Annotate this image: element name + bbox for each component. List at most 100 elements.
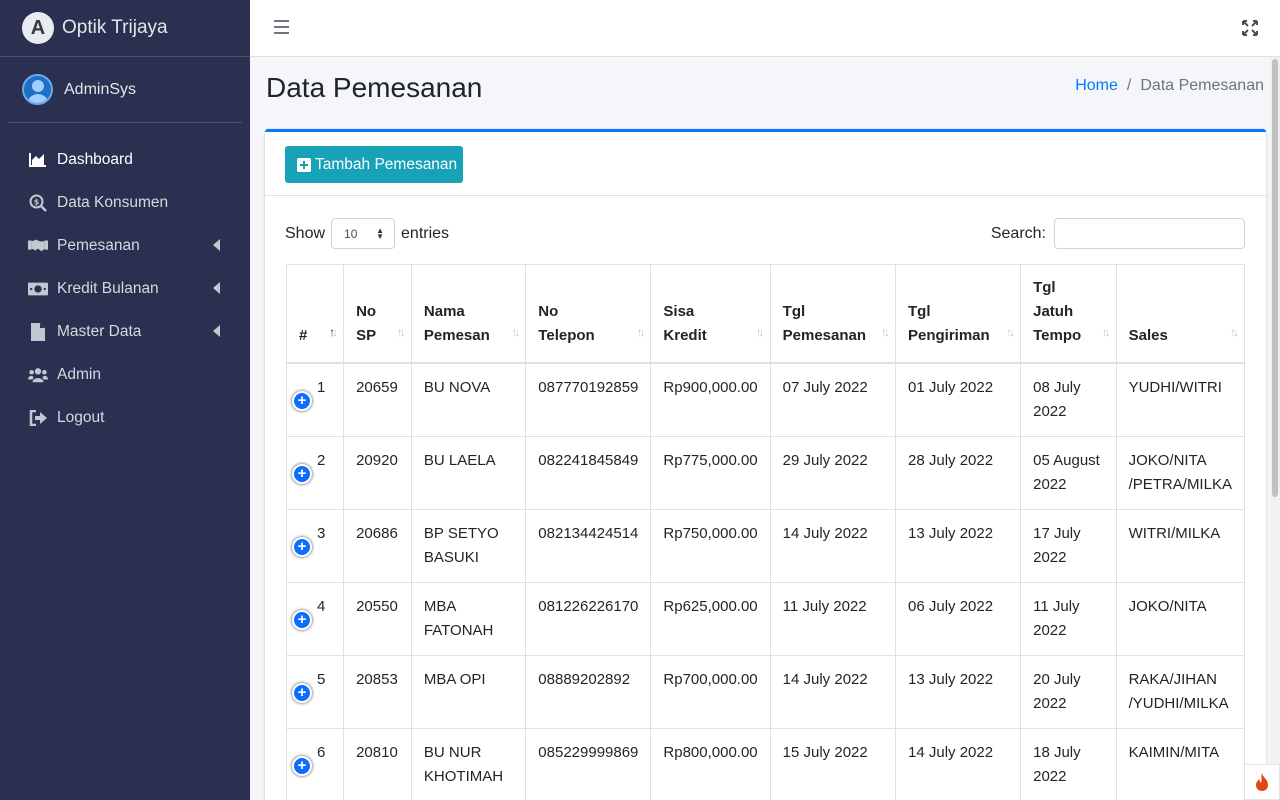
handshake-icon — [28, 237, 48, 255]
cell-text: 11 July 2022 — [1033, 597, 1080, 639]
cell-text: 13 July 2022 — [908, 670, 994, 688]
sort-icon: ↑↓ — [1006, 324, 1015, 339]
cell-text: 082241845849 — [538, 451, 639, 469]
cell-text: 3 — [317, 524, 326, 542]
cell-text: 08889202892 — [538, 670, 631, 688]
area-chart-icon — [28, 151, 48, 169]
cell-text: JOKO/NITA — [1128, 597, 1207, 615]
sign-out-icon — [28, 409, 48, 427]
column-header[interactable]: Nama Pemesan ↑↓ — [410, 264, 527, 364]
sort-icon: ↑↓ — [1230, 324, 1239, 339]
cell-sp: 20853 — [343, 654, 412, 729]
cell-nama: BU LAELA — [410, 435, 527, 510]
expand-row-icon[interactable]: + — [292, 682, 312, 703]
cell-text: BU NOVA — [423, 378, 491, 396]
cell-no: +6 — [285, 727, 345, 800]
table-row[interactable]: +4 20550 MBA FATONAH 081226226170 Rp625,000.… — [285, 581, 1246, 656]
brand-name: Optik Trijaya — [62, 17, 168, 38]
column-header-label: Telepon — [538, 326, 595, 344]
cell-text: 11 July 2022 — [782, 597, 867, 615]
sidebar: A Optik Trijaya AdminSys Dashboard $ Dat… — [0, 0, 250, 800]
cell-telepon: 087770192859 — [525, 362, 652, 437]
add-order-button[interactable]: Tambah Pemesanan — [285, 146, 463, 183]
sidebar-item-label: Kredit Bulanan — [57, 279, 159, 297]
table-row[interactable]: +1 20659 BU NOVA 087770192859 Rp900,000.00 07… — [285, 362, 1246, 437]
show-label: Show — [285, 224, 326, 242]
table-row[interactable]: +6 20810 BU NUR KHOTIMAH 085229999869 Rp800,… — [285, 727, 1246, 800]
flame-icon[interactable] — [1244, 764, 1280, 800]
page-length-control: Show 10 ▲ ▼ entries — [285, 218, 449, 249]
column-header[interactable]: Sisa Kredit ↑↓ — [650, 264, 771, 364]
column-header[interactable]: # ↑↓ — [285, 264, 345, 364]
breadcrumb-separator: / — [1126, 77, 1132, 94]
sidebar-item-admin[interactable]: Admin — [8, 353, 242, 396]
breadcrumb-home-link[interactable]: Home — [1075, 77, 1118, 95]
search-dollar-icon: $ — [28, 194, 48, 212]
cell-telepon: 08889202892 — [525, 654, 652, 729]
cell-text: Rp775,000.00 — [663, 451, 758, 469]
expand-row-icon[interactable]: + — [292, 609, 312, 630]
page-scrollbar[interactable] — [1270, 57, 1280, 800]
column-header[interactable]: No SP ↑↓ — [343, 264, 412, 364]
scrollbar-thumb[interactable] — [1272, 59, 1278, 497]
cell-no: +1 — [285, 362, 345, 437]
search-label: Search: — [990, 224, 1046, 242]
expand-row-icon[interactable]: + — [292, 463, 312, 484]
cell-text: 081226226170 — [538, 597, 639, 615]
brand-link[interactable]: A Optik Trijaya — [0, 0, 250, 57]
cell-telepon: 085229999869 — [525, 727, 652, 800]
expand-row-icon[interactable]: + — [292, 755, 312, 776]
cell-text: 4 — [317, 597, 326, 615]
cell-text: BU LAELA — [423, 451, 496, 469]
sidebar-item-master-data[interactable]: Master Data — [8, 310, 242, 353]
user-panel[interactable]: AdminSys — [8, 57, 242, 123]
cell-text: Rp800,000.00 — [663, 743, 758, 761]
table-header-row: # ↑↓ No SP ↑↓ Nama Pemesan ↑↓ No Telepon ↑↓ Sisa Kre… — [285, 264, 1246, 364]
cell-text: WITRI/MILKA — [1128, 524, 1221, 542]
search-input[interactable] — [1054, 218, 1245, 249]
cell-text: 20686 — [356, 524, 398, 542]
sidebar-item-data-konsumen[interactable]: $ Data Konsumen — [8, 181, 242, 224]
sort-icon: ↑↓ — [636, 324, 645, 339]
expand-row-icon[interactable]: + — [292, 536, 312, 557]
cell-text: YUDHI/WITRI — [1128, 378, 1222, 396]
sidebar-nav: Dashboard $ Data Konsumen Pemesanan Kred… — [0, 138, 250, 439]
cell-sales: JOKO/NITA /PETRA/MILKA — [1115, 435, 1246, 510]
table-body: +1 20659 BU NOVA 087770192859 Rp900,000.00 07… — [285, 362, 1246, 800]
column-header[interactable]: No Telepon ↑↓ — [525, 264, 652, 364]
cell-text: 14 July 2022 — [782, 524, 868, 542]
cell-text: BU NUR KHOTIMAH — [423, 743, 504, 785]
cell-no: +2 — [285, 435, 345, 510]
orders-card: Tambah Pemesanan Show 10 ▲ ▼ entries Sear… — [265, 129, 1266, 800]
column-header-label: Pengiriman — [908, 326, 990, 344]
sidebar-item-pemesanan[interactable]: Pemesanan — [8, 224, 242, 267]
column-header[interactable]: Sales ↑↓ — [1115, 264, 1246, 364]
sidebar-item-dashboard[interactable]: Dashboard — [8, 138, 242, 181]
cell-text: 06 July 2022 — [908, 597, 994, 615]
cell-jatuh-tempo: 05 August 2022 — [1020, 435, 1117, 510]
column-header[interactable]: Tgl Pemesanan ↑↓ — [769, 264, 897, 364]
sidebar-item-label: Admin — [57, 365, 101, 383]
sidebar-item-logout[interactable]: Logout — [8, 396, 242, 439]
table-row[interactable]: +5 20853 MBA OPI 08889202892 Rp700,000.00 14 … — [285, 654, 1246, 729]
fullscreen-icon[interactable] — [1242, 20, 1258, 36]
expand-row-icon[interactable]: + — [292, 390, 312, 411]
svg-text:$: $ — [34, 197, 40, 206]
page-length-select[interactable]: 10 ▲ ▼ — [331, 218, 396, 249]
column-header-label: No — [356, 302, 377, 320]
cell-no: +4 — [285, 581, 345, 656]
sidebar-item-kredit-bulanan[interactable]: Kredit Bulanan — [8, 267, 242, 310]
cell-sales: JOKO/NITA — [1115, 581, 1246, 656]
column-header-label: Pemesanan — [782, 326, 867, 344]
cell-text: 17 July 2022 — [1033, 524, 1081, 566]
column-header[interactable]: Tgl Jatuh Tempo ↑↓ — [1020, 264, 1117, 364]
table-row[interactable]: +3 20686 BP SETYO BASUKI 082134424514 Rp750,… — [285, 508, 1246, 583]
column-header-label: Nama — [423, 302, 465, 320]
column-header[interactable]: Tgl Pengiriman ↑↓ — [894, 264, 1022, 364]
file-icon — [28, 322, 48, 341]
cell-kredit: Rp625,000.00 — [650, 581, 771, 656]
column-header-label: No — [538, 302, 559, 320]
menu-toggle-icon[interactable] — [274, 20, 289, 35]
cell-tgl-pesan: 29 July 2022 — [769, 435, 897, 510]
table-row[interactable]: +2 20920 BU LAELA 082241845849 Rp775,000.00 2… — [285, 435, 1246, 510]
